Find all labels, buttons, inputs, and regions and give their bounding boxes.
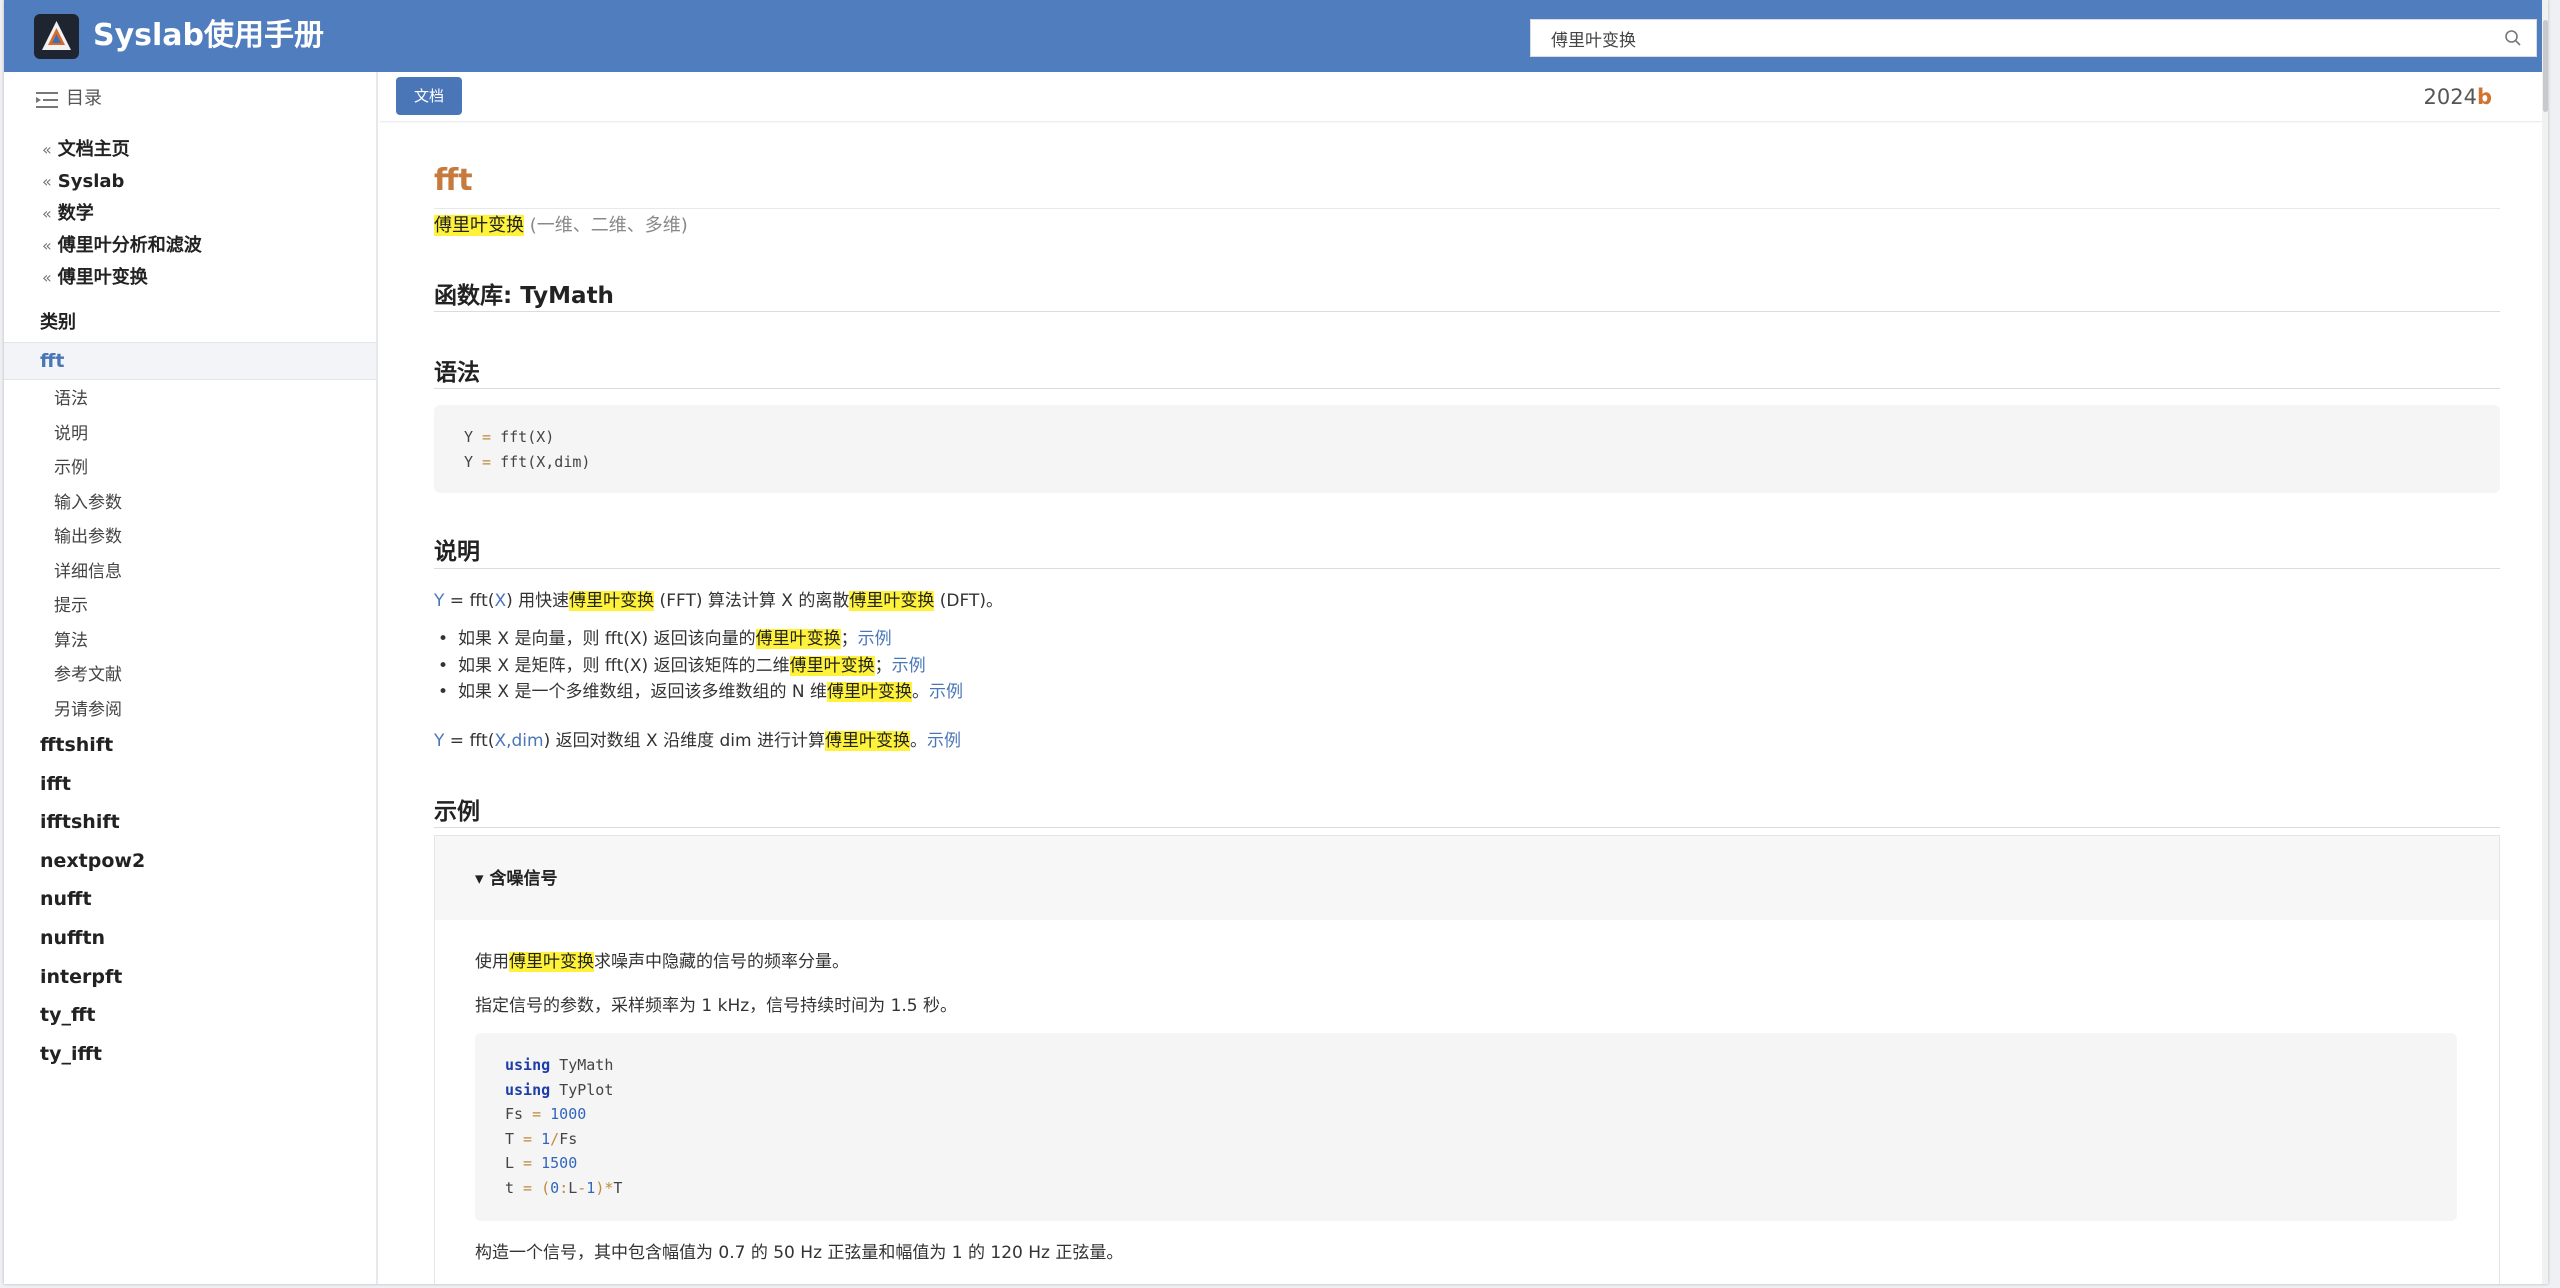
syntax-heading: 语法: [434, 360, 480, 386]
function-list: fftshift ifft ifftshift nextpow2 nufft n…: [40, 726, 145, 1073]
syntax-line: Y = fft(X): [464, 428, 555, 446]
search-box[interactable]: [1530, 19, 2537, 57]
search-input[interactable]: [1531, 20, 2491, 56]
sidebar-item-interpft[interactable]: interpft: [40, 958, 145, 997]
example-panel: ▾ 含噪信号 使用傅里叶变换求噪声中隐藏的信号的频率分量。 指定信号的参数，采样…: [434, 835, 2500, 1284]
section-link-see-also[interactable]: 另请参阅: [54, 693, 122, 728]
code-line: Fs = 1000: [505, 1105, 587, 1123]
list-item: 如果 X 是矩阵，则 fft(X) 返回该矩阵的二维傅里叶变换；示例: [438, 653, 963, 680]
breadcrumb: «文档主页 «Syslab «数学 «傅里叶分析和滤波 «傅里叶变换: [42, 134, 202, 294]
sidebar: 目录 «文档主页 «Syslab «数学 «傅里叶分析和滤波 «傅里叶变换 类别…: [4, 72, 378, 1284]
code-line: T = 1/Fs: [505, 1129, 578, 1148]
breadcrumb-fourier-analysis[interactable]: «傅里叶分析和滤波: [42, 230, 202, 262]
double-chevron-left-icon: «: [42, 236, 52, 255]
description-divider: [434, 568, 2500, 569]
scrollbar-thumb[interactable]: [2543, 20, 2548, 112]
title-divider: [434, 208, 2500, 209]
list-item: 如果 X 是一个多维数组，返回该多维数组的 N 维傅里叶变换。示例: [438, 679, 963, 706]
section-link-output-args[interactable]: 输出参数: [54, 520, 122, 555]
example-paragraph: 使用傅里叶变换求噪声中隐藏的信号的频率分量。: [475, 952, 849, 972]
syntax-code-block: Y = fft(X) Y = fft(X,dim): [434, 405, 2500, 493]
example-link[interactable]: 示例: [858, 629, 892, 649]
section-link-input-args[interactable]: 输入参数: [54, 486, 122, 521]
example-link[interactable]: 示例: [927, 731, 961, 751]
sidebar-item-nextpow2[interactable]: nextpow2: [40, 842, 145, 881]
syntax-line: Y = fft(X,dim): [464, 452, 591, 471]
description-bullet-list: 如果 X 是向量，则 fft(X) 返回该向量的傅里叶变换；示例 如果 X 是矩…: [438, 626, 963, 706]
sidebar-item-ifftshift[interactable]: ifftshift: [40, 803, 145, 842]
example-link[interactable]: 示例: [892, 656, 926, 676]
breadcrumb-fourier-transform[interactable]: «傅里叶变换: [42, 262, 202, 294]
category-label[interactable]: 类别: [40, 308, 76, 338]
sidebar-item-ty-ifft[interactable]: ty_ifft: [40, 1035, 145, 1074]
sidebar-item-ifft[interactable]: ifft: [40, 765, 145, 804]
top-header: Syslab使用手册: [4, 0, 2548, 72]
doc-content: fft 傅里叶变换 (一维、二维、多维) 函数库: TyMath 语法 Y = …: [380, 123, 2542, 1284]
section-link-tips[interactable]: 提示: [54, 589, 122, 624]
toc-label: 目录: [66, 88, 102, 109]
search-icon[interactable]: [2504, 29, 2522, 47]
section-link-description[interactable]: 说明: [54, 417, 122, 452]
syntax-divider: [434, 388, 2500, 389]
code-line: t = (0:L-1)*T: [505, 1178, 623, 1197]
app-window: Syslab使用手册 目录 «文档主页 «Syslab «数学 «傅里叶分析和滤…: [4, 0, 2548, 1284]
section-link-syntax[interactable]: 语法: [54, 382, 122, 417]
doc-toolbar: 文档 2024b: [380, 72, 2542, 122]
library-divider: [434, 311, 2500, 312]
sidebar-item-ty-fft[interactable]: ty_fft: [40, 996, 145, 1035]
library-heading: 函数库: TyMath: [434, 283, 614, 309]
section-link-algorithms[interactable]: 算法: [54, 624, 122, 659]
syslab-logo-icon[interactable]: [34, 14, 79, 59]
app-title: Syslab使用手册: [93, 18, 325, 53]
code-line: using TyPlot: [505, 1080, 614, 1099]
sidebar-item-fftshift[interactable]: fftshift: [40, 726, 145, 765]
breadcrumb-syslab[interactable]: «Syslab: [42, 166, 202, 198]
section-list: 语法 说明 示例 输入参数 输出参数 详细信息 提示 算法 参考文献 另请参阅: [54, 382, 122, 727]
examples-divider: [434, 827, 2500, 828]
section-link-references[interactable]: 参考文献: [54, 658, 122, 693]
breadcrumb-math[interactable]: «数学: [42, 198, 202, 230]
description-paragraph: Y = fft(X,dim) 返回对数组 X 沿维度 dim 进行计算傅里叶变换…: [434, 731, 961, 751]
example-link[interactable]: 示例: [929, 682, 963, 702]
page-subtitle: 傅里叶变换 (一维、二维、多维): [434, 215, 688, 236]
sidebar-item-fft[interactable]: fft: [4, 342, 376, 380]
page-title: fft: [434, 163, 473, 198]
breadcrumb-home[interactable]: «文档主页: [42, 134, 202, 166]
toc-list-icon: [36, 92, 58, 108]
sidebar-item-nufft[interactable]: nufft: [40, 880, 145, 919]
double-chevron-left-icon: «: [42, 204, 52, 223]
double-chevron-left-icon: «: [42, 172, 52, 191]
double-chevron-left-icon: «: [42, 140, 52, 159]
code-line: L = 1500: [505, 1154, 578, 1172]
example-paragraph: 构造一个信号，其中包含幅值为 0.7 的 50 Hz 正弦量和幅值为 1 的 1…: [475, 1243, 1124, 1263]
doc-button[interactable]: 文档: [396, 77, 462, 115]
version-label[interactable]: 2024b: [2424, 82, 2493, 112]
example-toggle[interactable]: ▾ 含噪信号: [435, 836, 2499, 920]
section-link-examples[interactable]: 示例: [54, 451, 122, 486]
example-paragraph: 指定信号的参数，采样频率为 1 kHz，信号持续时间为 1.5 秒。: [475, 996, 958, 1016]
double-chevron-left-icon: «: [42, 268, 52, 287]
description-heading: 说明: [434, 539, 480, 565]
page-scrollbar[interactable]: [2542, 0, 2548, 1284]
list-item: 如果 X 是向量，则 fft(X) 返回该向量的傅里叶变换；示例: [438, 626, 963, 653]
description-paragraph: Y = fft(X) 用快速傅里叶变换 (FFT) 算法计算 X 的离散傅里叶变…: [434, 591, 1003, 611]
example-code-block: using TyMath using TyPlot Fs = 1000 T = …: [475, 1033, 2457, 1221]
sidebar-item-nufftn[interactable]: nufftn: [40, 919, 145, 958]
section-link-details[interactable]: 详细信息: [54, 555, 122, 590]
examples-heading: 示例: [434, 799, 480, 825]
code-line: using TyMath: [505, 1056, 614, 1074]
